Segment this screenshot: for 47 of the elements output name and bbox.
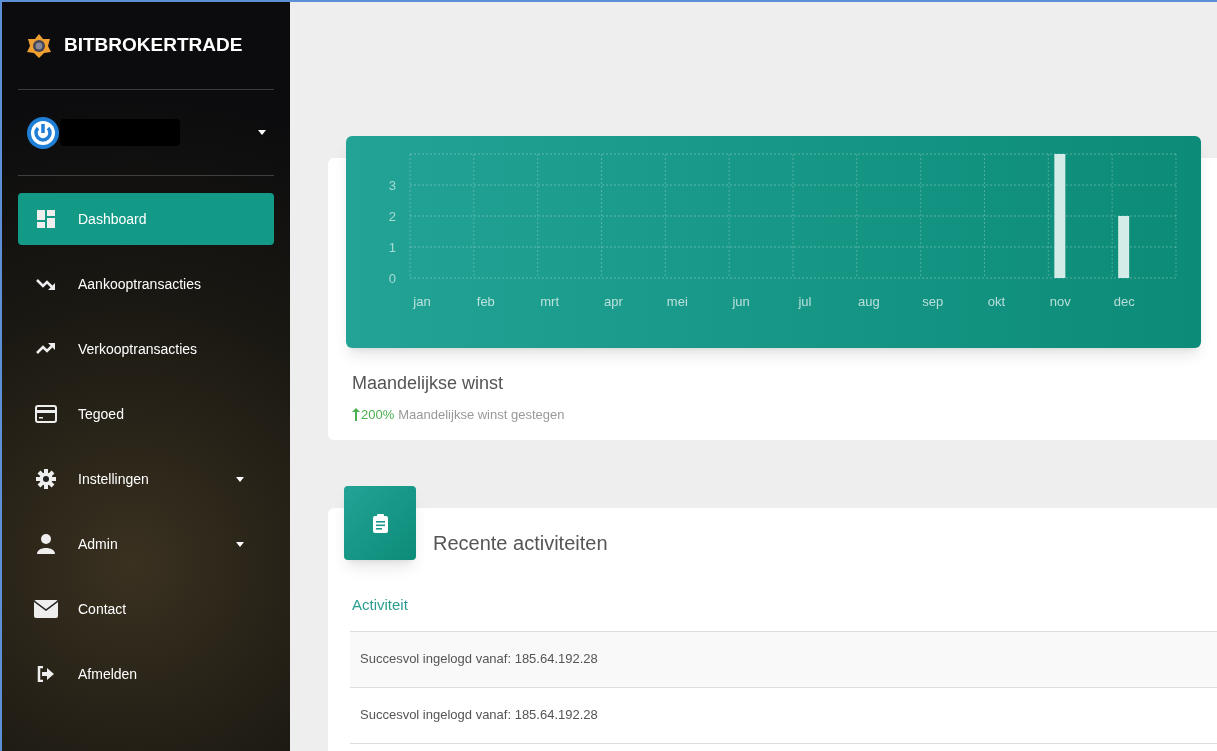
bar [1118, 216, 1130, 278]
column-header: Activiteit [350, 594, 1217, 632]
trend-down-icon [36, 278, 56, 290]
nav-item[interactable]: Admin [18, 518, 274, 570]
nav-item[interactable]: Tegoed [18, 388, 274, 440]
axis-label: jan [413, 294, 431, 309]
trend-up-icon [36, 343, 56, 355]
caption: Maandelijkse winst gestegen [398, 406, 565, 424]
nav-item[interactable]: Contact [18, 583, 274, 635]
axis-label: feb [476, 294, 495, 309]
caret-icon[interactable] [236, 476, 244, 482]
dashboard-icon [37, 210, 55, 228]
axis-label: mei [666, 294, 688, 309]
axis-label: mrt [540, 294, 560, 309]
person-icon [37, 534, 55, 554]
axis-label: 0 [388, 271, 396, 286]
axis-label: sep [922, 294, 944, 309]
card-title: Maandelijkse winst [352, 372, 505, 395]
axis-label: 3 [388, 178, 396, 193]
brand-name: BITBROKERTRADE [64, 33, 243, 58]
axis-label: 2 [388, 209, 396, 224]
axis-label: dec [1113, 294, 1135, 309]
card-title: Recente activiteiten [433, 531, 608, 556]
percentage: 200% [361, 406, 395, 424]
axis-label: jun [732, 294, 750, 309]
nav-item[interactable]: Dashboard [18, 193, 274, 245]
nav-item[interactable]: Instellingen [18, 453, 274, 505]
mail-icon [34, 600, 58, 618]
axis-label: jul [798, 294, 812, 309]
arrow-up-icon [352, 408, 360, 422]
nav-item[interactable]: Afmelden [18, 648, 274, 700]
axis-label: okt [987, 294, 1006, 309]
settings-icon [36, 469, 56, 489]
clipboard-icon [372, 513, 388, 533]
axis-label: 1 [388, 240, 396, 255]
logout-icon [37, 666, 55, 682]
nav-item[interactable]: Verkooptransacties [18, 323, 274, 375]
axis-label: aug [858, 294, 880, 309]
logo-icon [26, 32, 52, 59]
axis-label: apr [604, 294, 623, 309]
caret-icon[interactable] [236, 541, 244, 547]
credit-card-icon [35, 405, 57, 423]
table-cell: Succesvol ingelogd vanaf: 185.64.192.28 [350, 631, 1217, 688]
caret-icon[interactable] [258, 130, 266, 135]
power-icon [26, 115, 60, 150]
axis-label: nov [1049, 294, 1071, 309]
nav-item[interactable]: Aankooptransacties [18, 258, 274, 310]
